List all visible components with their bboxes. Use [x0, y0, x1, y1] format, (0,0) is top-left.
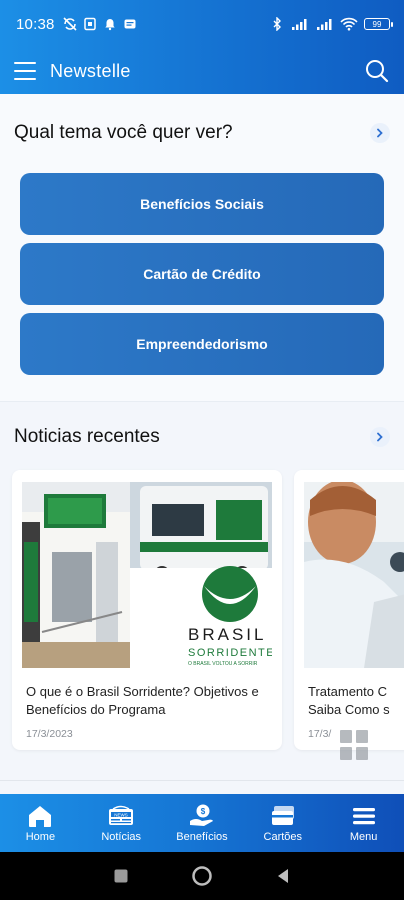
topic-button-empreendedorismo[interactable]: Empreendedorismo — [20, 313, 384, 375]
topics-title: Qual tema você quer ver? — [14, 122, 233, 143]
topics-more-button[interactable] — [370, 123, 390, 143]
svg-text:$: $ — [201, 807, 206, 816]
app-bar: Newstelle — [0, 48, 404, 94]
news-card[interactable]: Tratamento C Saiba Como s 17/3/ — [294, 470, 404, 750]
nav-menu-label: Menu — [349, 831, 378, 843]
home-icon — [29, 806, 52, 827]
screenshot-icon — [83, 17, 96, 31]
topics-list: Benefícios Sociais Cartão de Crédito Emp… — [0, 173, 404, 375]
news-card-title-line2: Saiba Como s — [308, 702, 390, 717]
divider — [0, 780, 404, 781]
thumb-brand-sub: SORRIDENTE — [188, 647, 272, 659]
topics-section: Qual tema você quer ver? Benefícios Soci… — [0, 94, 404, 402]
news-more-button[interactable] — [370, 427, 390, 447]
nav-beneficios-label: Benefícios — [176, 831, 228, 843]
nav-noticias-label: Notícias — [101, 831, 142, 843]
nav-beneficios[interactable]: $ Benefícios — [162, 794, 243, 852]
news-thumbnail-tratamento — [304, 482, 404, 668]
menu-icon — [352, 808, 375, 825]
battery-level: 99 — [372, 19, 382, 29]
thumb-brand-tagline: O BRASIL VOLTOU A SORRIR — [188, 661, 258, 667]
battery-icon: 99 — [364, 18, 393, 30]
news-header: Noticias recentes — [0, 424, 404, 450]
signal-icon — [292, 19, 307, 30]
nav-home-label: Home — [25, 831, 56, 843]
back-triangle-icon — [278, 869, 289, 883]
nav-menu[interactable]: Menu — [323, 794, 404, 852]
app-title: Newstelle — [50, 60, 131, 81]
news-card-title-line1: Tratamento C — [308, 684, 387, 699]
news-title: Noticias recentes — [14, 426, 160, 447]
topic-button-cartao[interactable]: Cartão de Crédito — [20, 243, 384, 305]
news-carousel[interactable]: BRASIL SORRIDENTE O BRASIL VOLTOU A SORR… — [0, 470, 404, 760]
topic-button-beneficios[interactable]: Benefícios Sociais — [20, 173, 384, 235]
hamburger-menu-icon[interactable] — [14, 62, 36, 80]
signal-icon-2 — [317, 19, 332, 30]
news-card-title: Tratamento C Saiba Como s — [308, 683, 404, 719]
top-header: 10:38 99 Newstelle — [0, 0, 404, 94]
news-card-date: 17/3/ — [308, 728, 332, 740]
news-card-title: O que é o Brasil Sorridente? Objetivos e… — [26, 684, 259, 717]
nav-home[interactable]: Home — [0, 794, 81, 852]
topics-header: Qual tema você quer ver? — [0, 120, 404, 146]
news-card-date: 17/3/2023 — [26, 728, 73, 740]
nav-noticias[interactable]: NEWS Notícias — [81, 794, 162, 852]
main-content[interactable]: Qual tema você quer ver? Benefícios Soci… — [0, 94, 404, 794]
chevron-right-icon — [377, 432, 383, 442]
nav-cartoes-label: Cartões — [263, 831, 303, 843]
status-time: 10:38 — [16, 15, 55, 33]
bottom-nav: Home NEWS Notícias $ Benefícios Cartões … — [0, 794, 404, 852]
recents-button[interactable] — [106, 861, 136, 891]
status-left-icons — [62, 17, 137, 31]
news-card[interactable]: BRASIL SORRIDENTE O BRASIL VOLTOU A SORR… — [12, 470, 282, 750]
chevron-right-icon — [377, 128, 383, 138]
nav-cartoes[interactable]: Cartões — [242, 794, 323, 852]
news-thumbnail-brasil-sorridente: BRASIL SORRIDENTE O BRASIL VOLTOU A SORR… — [22, 482, 272, 668]
sync-off-icon — [62, 17, 77, 31]
bluetooth-icon — [273, 17, 281, 31]
benefits-icon: $ — [189, 804, 213, 826]
grid-view-icon[interactable] — [340, 730, 370, 760]
home-system-button[interactable] — [187, 861, 217, 891]
recents-icon — [114, 869, 128, 883]
news-section: Noticias recentes BRASIL SORRIDENTE O BR… — [0, 402, 404, 794]
message-icon — [124, 19, 136, 29]
svg-text:NEWS: NEWS — [114, 813, 128, 818]
status-bar: 10:38 99 — [0, 0, 404, 48]
notification-bell-icon — [104, 19, 115, 31]
system-nav-bar — [0, 852, 404, 900]
home-circle-icon — [192, 866, 212, 886]
cards-icon — [271, 806, 294, 825]
back-button[interactable] — [268, 861, 298, 891]
thumb-brand-text: BRASIL — [188, 625, 266, 644]
search-icon[interactable] — [364, 58, 390, 84]
status-right-icons: 99 — [270, 17, 393, 31]
wifi-icon — [340, 17, 358, 31]
news-icon: NEWS — [109, 805, 134, 825]
